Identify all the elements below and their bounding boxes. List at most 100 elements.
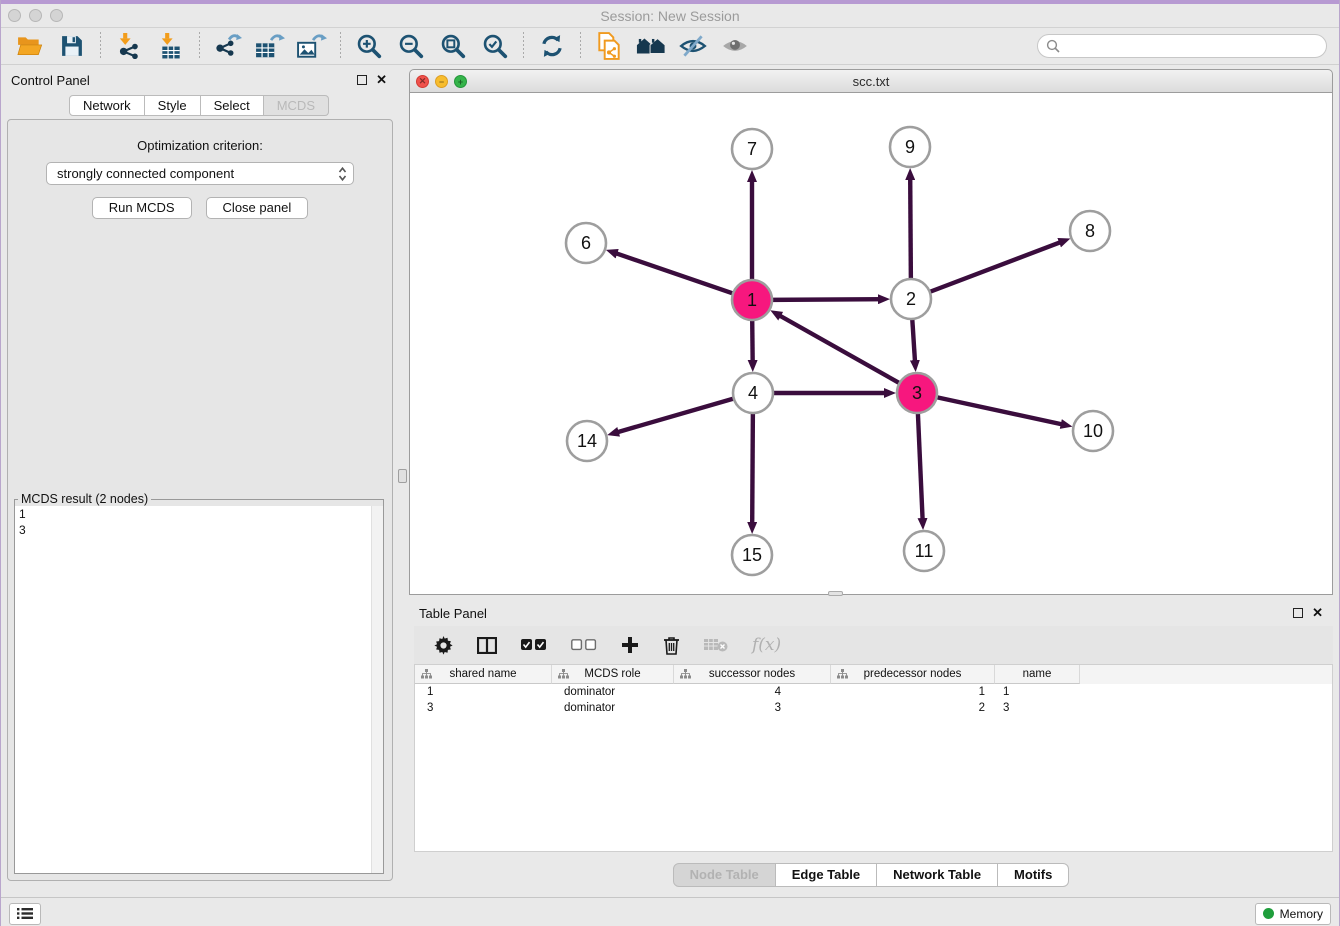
- memory-label: Memory: [1280, 907, 1323, 921]
- task-history-icon: [17, 907, 33, 920]
- add-column-icon[interactable]: [621, 636, 639, 654]
- new-network-from-selection-icon[interactable]: [594, 31, 624, 61]
- select-all-checkboxes-icon[interactable]: [521, 639, 547, 651]
- table-cell[interactable]: 2: [831, 700, 995, 716]
- float-table-panel-icon[interactable]: [1293, 608, 1303, 618]
- tab-mcds[interactable]: MCDS: [264, 95, 329, 116]
- graph-node-label: 8: [1085, 221, 1095, 241]
- maximize-network-icon[interactable]: +: [454, 75, 467, 88]
- graph-edge-3-10[interactable]: [936, 397, 1066, 425]
- tab-motifs[interactable]: Motifs: [998, 863, 1069, 887]
- search-field[interactable]: [1060, 38, 1318, 54]
- graph-edge-4-14[interactable]: [614, 398, 735, 433]
- column-header-shared-name[interactable]: shared name: [415, 665, 552, 684]
- table-cell[interactable]: 1: [995, 684, 1080, 700]
- minimize-window-icon[interactable]: [29, 9, 42, 22]
- zoom-fit-icon[interactable]: [438, 31, 468, 61]
- run-mcds-button[interactable]: Run MCDS: [92, 197, 192, 219]
- split-columns-icon[interactable]: [477, 637, 497, 654]
- search-icon: [1046, 39, 1060, 53]
- column-header-MCDS-role[interactable]: MCDS role: [552, 665, 674, 684]
- tab-node-table[interactable]: Node Table: [673, 863, 776, 887]
- network-window-titlebar[interactable]: ✕ − + scc.txt: [409, 69, 1333, 93]
- criterion-dropdown[interactable]: strongly connected component: [46, 162, 354, 185]
- task-history-button[interactable]: [9, 903, 41, 925]
- function-builder-icon[interactable]: f(x): [752, 635, 781, 655]
- graph-edge-2-9[interactable]: [910, 175, 911, 280]
- column-header-predecessor-nodes[interactable]: predecessor nodes: [831, 665, 995, 684]
- table-cell[interactable]: 4: [674, 684, 831, 700]
- canvas-splitter-grip[interactable]: [828, 591, 843, 596]
- maximize-window-icon[interactable]: [50, 9, 63, 22]
- table-row[interactable]: 1dominator411: [415, 684, 1332, 700]
- mcds-result-line: 3: [15, 522, 383, 538]
- zoom-in-icon[interactable]: [354, 31, 384, 61]
- table-cell[interactable]: 1: [831, 684, 995, 700]
- export-image-icon[interactable]: [297, 31, 327, 61]
- table-row[interactable]: 3dominator323: [415, 700, 1332, 716]
- memory-button[interactable]: Memory: [1255, 903, 1331, 925]
- table-cell[interactable]: dominator: [552, 700, 674, 716]
- graph-edge-4-15[interactable]: [752, 412, 753, 527]
- table-cell[interactable]: 3: [674, 700, 831, 716]
- minimize-network-icon[interactable]: −: [435, 75, 448, 88]
- delete-table-icon[interactable]: [704, 638, 728, 652]
- table-cell[interactable]: dominator: [552, 684, 674, 700]
- close-panel-icon[interactable]: ✕: [376, 75, 387, 85]
- network-graph[interactable]: 7968124314101511: [410, 93, 1334, 593]
- titlebar: Session: New Session: [1, 4, 1339, 28]
- graph-node-label: 14: [577, 431, 597, 451]
- open-session-icon[interactable]: [15, 31, 45, 61]
- delete-column-icon[interactable]: [663, 636, 680, 655]
- close-table-panel-icon[interactable]: ✕: [1312, 608, 1323, 618]
- table-cell[interactable]: 3: [995, 700, 1080, 716]
- tab-edge-table[interactable]: Edge Table: [776, 863, 877, 887]
- tab-network[interactable]: Network: [69, 95, 145, 116]
- export-network-icon[interactable]: [213, 31, 243, 61]
- table-cell[interactable]: 1: [415, 684, 552, 700]
- memory-status-icon: [1263, 908, 1274, 919]
- graph-edge-3-1[interactable]: [776, 314, 900, 384]
- export-table-icon[interactable]: [255, 31, 285, 61]
- graph-edge-2-3[interactable]: [912, 318, 915, 365]
- graph-edge-1-6[interactable]: [612, 252, 734, 294]
- import-table-icon[interactable]: [156, 31, 186, 61]
- table-header-row: shared nameMCDS rolesuccessor nodesprede…: [415, 665, 1332, 684]
- mcds-result-list[interactable]: 13: [15, 506, 383, 873]
- tab-network-table[interactable]: Network Table: [877, 863, 998, 887]
- close-window-icon[interactable]: [8, 9, 21, 22]
- graph-edge-2-8[interactable]: [929, 241, 1064, 292]
- splitter-grip[interactable]: [398, 469, 407, 483]
- gear-icon[interactable]: [434, 636, 453, 655]
- graph-node-label: 1: [747, 290, 757, 310]
- refresh-icon[interactable]: [537, 31, 567, 61]
- show-all-icon[interactable]: [720, 31, 750, 61]
- graph-edge-1-2[interactable]: [771, 299, 883, 300]
- close-network-icon[interactable]: ✕: [416, 75, 429, 88]
- tab-select[interactable]: Select: [201, 95, 264, 116]
- control-panel: Control Panel ✕ NetworkStyleSelectMCDS O…: [1, 65, 397, 897]
- zoom-selected-icon[interactable]: [480, 31, 510, 61]
- scrollbar[interactable]: [371, 506, 383, 873]
- float-panel-icon[interactable]: [357, 75, 367, 85]
- home-layout-icon[interactable]: [636, 31, 666, 61]
- search-input[interactable]: [1037, 34, 1327, 58]
- close-panel-button[interactable]: Close panel: [206, 197, 309, 219]
- deselect-all-checkboxes-icon[interactable]: [571, 639, 597, 651]
- window-controls: [8, 9, 63, 22]
- dropdown-stepper-icon: [338, 166, 347, 182]
- optimization-criterion-label: Optimization criterion:: [8, 138, 392, 153]
- hide-selected-icon[interactable]: [678, 31, 708, 61]
- table-cell[interactable]: 3: [415, 700, 552, 716]
- zoom-out-icon[interactable]: [396, 31, 426, 61]
- column-header-successor-nodes[interactable]: successor nodes: [674, 665, 831, 684]
- panel-splitter[interactable]: [397, 65, 409, 897]
- graph-edge-3-11[interactable]: [918, 412, 923, 523]
- tab-style[interactable]: Style: [145, 95, 201, 116]
- column-header-name[interactable]: name: [995, 665, 1080, 684]
- import-network-icon[interactable]: [114, 31, 144, 61]
- mcds-result-title: MCDS result (2 nodes): [18, 492, 151, 506]
- network-canvas[interactable]: 7968124314101511: [409, 93, 1333, 595]
- status-bar: Memory: [1, 897, 1339, 926]
- save-session-icon[interactable]: [57, 31, 87, 61]
